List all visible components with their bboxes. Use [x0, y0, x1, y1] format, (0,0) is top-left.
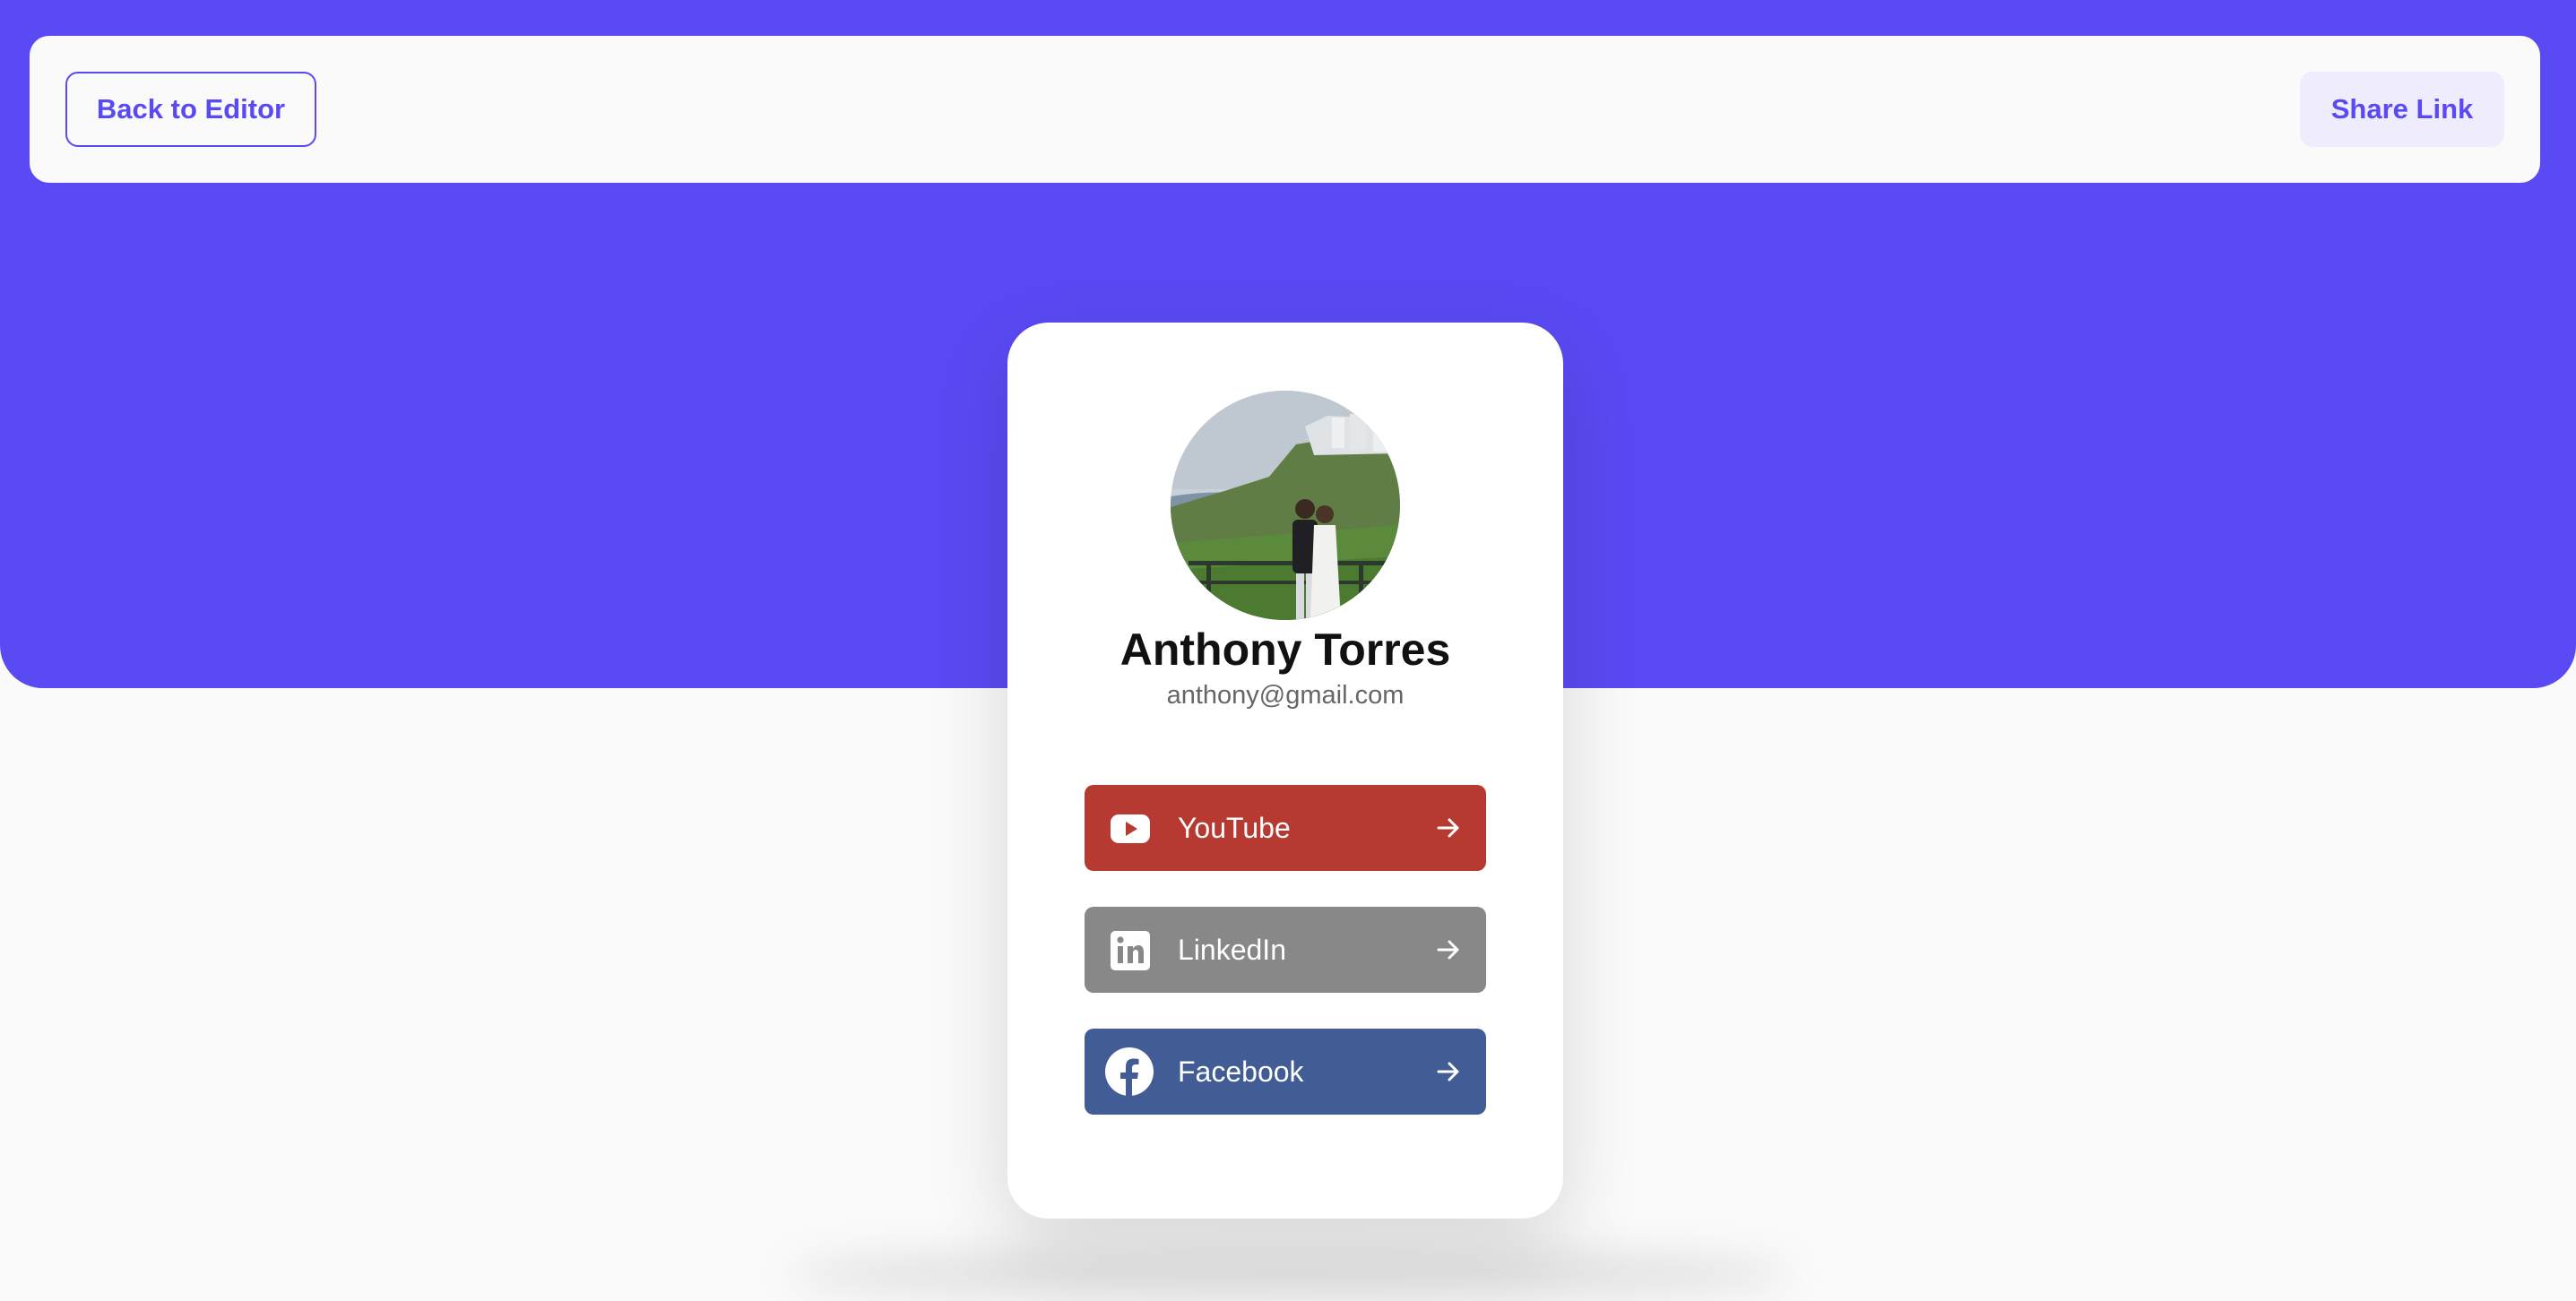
- link-youtube[interactable]: YouTube: [1085, 785, 1486, 871]
- back-to-editor-button[interactable]: Back to Editor: [65, 72, 316, 147]
- link-facebook[interactable]: Facebook: [1085, 1029, 1486, 1115]
- profile-preview-card: Anthony Torres anthony@gmail.com YouTube…: [1007, 323, 1563, 1219]
- arrow-right-icon: [1434, 1057, 1463, 1086]
- profile-name: Anthony Torres: [1119, 625, 1451, 675]
- link-label-youtube: YouTube: [1178, 812, 1291, 844]
- link-linkedin[interactable]: LinkedIn: [1085, 907, 1486, 993]
- share-link-button[interactable]: Share Link: [2300, 72, 2504, 147]
- profile-email: anthony@gmail.com: [1166, 681, 1405, 710]
- arrow-right-icon: [1434, 814, 1463, 842]
- arrow-right-icon: [1434, 935, 1463, 964]
- link-label-linkedin: LinkedIn: [1178, 934, 1286, 966]
- top-navigation-bar: Back to Editor Share Link: [30, 36, 2540, 183]
- card-floor-shadow: [789, 1247, 1793, 1301]
- link-label-facebook: Facebook: [1178, 1055, 1304, 1088]
- profile-photo: [1171, 391, 1400, 620]
- youtube-icon: [1110, 808, 1151, 849]
- linkedin-icon: [1110, 930, 1151, 971]
- facebook-icon: [1104, 1047, 1154, 1097]
- avatar: [1171, 391, 1400, 620]
